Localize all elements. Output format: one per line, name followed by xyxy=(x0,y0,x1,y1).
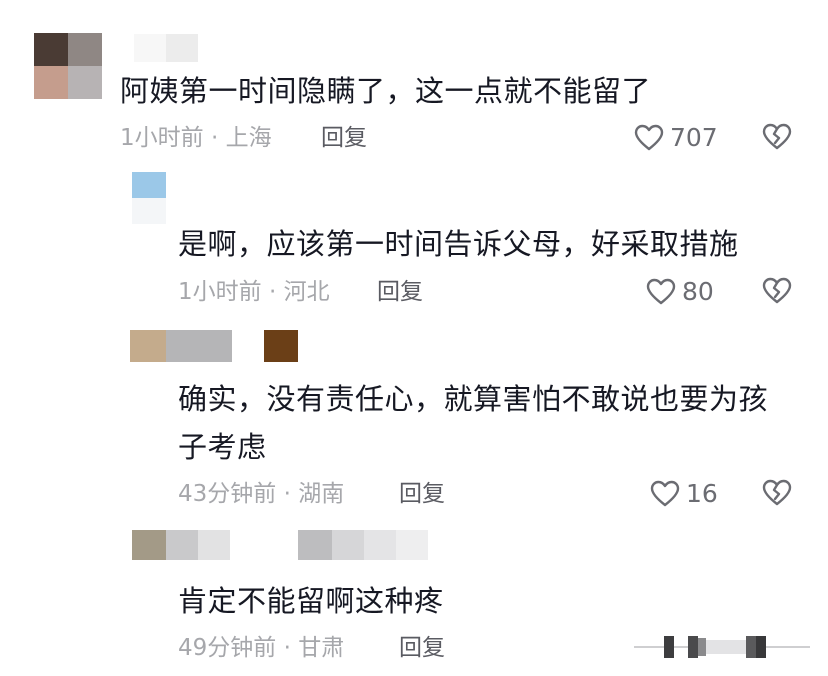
broken-heart-icon xyxy=(762,123,792,151)
heart-outline-icon xyxy=(634,124,664,152)
username-pixelated[interactable] xyxy=(134,34,198,62)
dislike-button[interactable] xyxy=(762,479,792,507)
like-button[interactable]: 16 xyxy=(650,479,718,509)
watermark xyxy=(634,634,810,660)
avatar[interactable] xyxy=(130,330,232,362)
like-button[interactable]: 80 xyxy=(646,277,714,307)
avatar[interactable] xyxy=(34,33,102,99)
avatar[interactable] xyxy=(132,530,230,560)
comment-text: 阿姨第一时间隐瞒了，这一点就不能留了 xyxy=(120,74,652,108)
reply-button[interactable]: 回复 xyxy=(321,123,367,153)
dislike-button[interactable] xyxy=(762,123,792,151)
like-count: 80 xyxy=(682,277,714,306)
reply-button[interactable]: 回复 xyxy=(399,633,445,663)
reply-button[interactable]: 回复 xyxy=(399,479,445,509)
avatar[interactable] xyxy=(132,172,166,224)
comment-text: 确实，没有责任心，就算害怕不敢说也要为孩 xyxy=(178,382,769,416)
username-pixelated[interactable] xyxy=(298,530,428,560)
comment-meta: 1小时前 · 上海 xyxy=(120,125,272,151)
comment-text: 肯定不能留啊这种疼 xyxy=(178,584,444,618)
heart-outline-icon xyxy=(646,278,676,306)
like-count: 707 xyxy=(670,123,718,152)
comment-meta: 43分钟前 · 湖南 xyxy=(178,481,345,507)
heart-outline-icon xyxy=(650,480,680,508)
reply-button[interactable]: 回复 xyxy=(377,277,423,307)
comment-text-line2: 子考虑 xyxy=(178,430,267,464)
dislike-button[interactable] xyxy=(762,277,792,305)
like-button[interactable]: 707 xyxy=(634,123,718,153)
broken-heart-icon xyxy=(762,479,792,507)
username-pixelated[interactable] xyxy=(264,330,298,362)
like-count: 16 xyxy=(686,479,718,508)
broken-heart-icon xyxy=(762,277,792,305)
comment-text: 是啊，应该第一时间告诉父母，好采取措施 xyxy=(178,227,739,261)
comment-meta: 49分钟前 · 甘肃 xyxy=(178,635,345,661)
comment-meta: 1小时前 · 河北 xyxy=(178,279,330,305)
